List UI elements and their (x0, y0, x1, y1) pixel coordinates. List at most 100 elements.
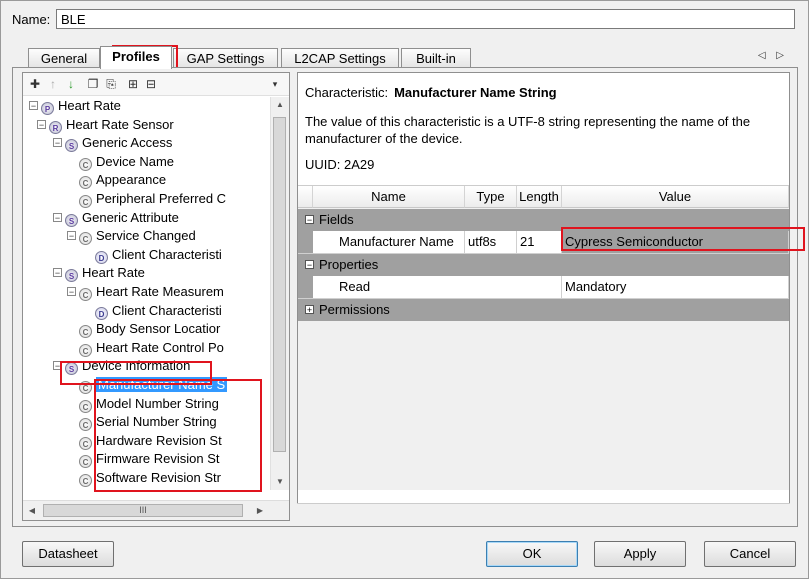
tab-strip: General Profiles GAP Settings L2CAP Sett… (18, 46, 798, 69)
tree-item[interactable]: C Peripheral Preferred C (79, 190, 226, 208)
characteristic-description: The value of this characteristic is a UT… (305, 114, 751, 146)
add-icon[interactable]: ✚ (27, 76, 43, 92)
tree-item[interactable]: − S Generic Attribute (53, 209, 179, 227)
tree-item[interactable]: C Body Sensor Locatior (79, 320, 220, 339)
tree-item-label: Heart Rate (58, 98, 121, 113)
tree-item-label: Generic Attribute (82, 209, 179, 225)
datasheet-button[interactable]: Datasheet (22, 541, 114, 567)
collapse-icon[interactable]: − (305, 215, 314, 225)
hscroll-thumb[interactable]: III (43, 504, 243, 517)
collapse-icon[interactable]: − (67, 287, 76, 297)
column-header-value[interactable]: Value (562, 186, 789, 208)
tree-item-label: Model Number String (96, 395, 219, 411)
tree-item[interactable]: C Software Revision Str (79, 469, 221, 487)
move-up-icon[interactable]: ↑ (45, 76, 61, 92)
tree-horizontal-scrollbar[interactable]: ◀ III ▶ (23, 500, 289, 520)
copy-icon[interactable]: ❐ (85, 76, 101, 92)
ok-button[interactable]: OK (486, 541, 578, 567)
collapse-icon[interactable]: − (53, 212, 62, 222)
tree-item-label: Hardware Revision St (96, 432, 222, 448)
collapse-icon[interactable]: − (53, 361, 62, 371)
profile-tree: − P Heart Rate − R Heart Rate Sensor − S Generic… (23, 97, 269, 490)
field-value-cell[interactable]: Cypress Semiconductor (562, 231, 789, 253)
tree-item[interactable]: C Manufacturer Name S (79, 376, 228, 394)
profile-icon: P (41, 102, 54, 115)
tab-scroll-arrows-icon[interactable]: ◁ ▷ (758, 50, 788, 61)
role-icon: R (49, 120, 62, 134)
characteristic-icon: C (79, 381, 92, 394)
collapse-icon[interactable]: − (53, 138, 62, 148)
tree-item[interactable]: C Appearance (79, 171, 166, 190)
section-permissions[interactable]: + Permissions (298, 299, 789, 321)
tab-built-in[interactable]: Built-in (401, 48, 471, 68)
collapse-all-icon[interactable]: ⊟ (143, 76, 159, 92)
column-header-type[interactable]: Type (465, 186, 517, 208)
tree-item[interactable]: C Device Name (79, 153, 174, 171)
toolbar-overflow-icon[interactable]: ▾ (267, 76, 283, 92)
section-fields[interactable]: − Fields (298, 209, 789, 231)
tree-vertical-scrollbar[interactable]: ▲ ▼ (270, 97, 289, 490)
tree-item[interactable]: C Hardware Revision St (79, 432, 222, 450)
tree-item[interactable]: − S Device Information (53, 357, 191, 376)
tree-item-label: Device Information (82, 358, 191, 374)
characteristic-title: Characteristic: Manufacturer Name String (305, 85, 557, 100)
tab-general[interactable]: General (28, 48, 100, 68)
characteristic-icon: C (79, 474, 92, 487)
tree-item[interactable]: C Serial Number String (79, 413, 217, 432)
expand-all-icon[interactable]: ⊞ (125, 76, 141, 92)
cancel-button[interactable]: Cancel (704, 541, 796, 567)
collapse-icon[interactable]: − (37, 119, 46, 129)
name-input[interactable]: BLE (56, 9, 795, 29)
tab-gap-settings[interactable]: GAP Settings (173, 48, 278, 68)
collapse-icon[interactable]: − (29, 101, 38, 111)
column-header-name[interactable]: Name (313, 186, 465, 208)
scroll-left-icon[interactable]: ◀ (23, 503, 41, 519)
tab-l2cap-settings[interactable]: L2CAP Settings (281, 48, 399, 68)
tree-item[interactable]: − R Heart Rate Sensor (37, 116, 174, 134)
tree-item-label: Peripheral Preferred C (96, 191, 227, 206)
tree-item[interactable]: − C Service Changed (67, 227, 196, 246)
descriptor-icon: D (95, 306, 108, 320)
section-properties[interactable]: − Properties (298, 254, 789, 276)
characteristic-icon: C (79, 232, 92, 246)
tree-item[interactable]: − S Heart Rate (53, 264, 145, 283)
descriptor-icon: D (95, 250, 108, 264)
characteristic-icon: C (79, 195, 92, 208)
tree-item[interactable]: − S Generic Access (53, 134, 172, 153)
tree-item[interactable]: C Heart Rate Control Po (79, 339, 224, 357)
collapse-icon[interactable]: − (53, 268, 62, 278)
tree-item[interactable]: C Model Number String (79, 395, 219, 413)
column-header-length[interactable]: Length (517, 186, 562, 208)
tree-item-label: Service Changed (96, 228, 196, 244)
paste-icon[interactable]: ⎘ (103, 76, 119, 92)
collapse-icon[interactable]: − (67, 231, 76, 241)
tree-item[interactable]: − C Heart Rate Measurem (67, 283, 224, 301)
tree-item-label: Serial Number String (96, 414, 217, 430)
tree-item-label: Client Characteristi (112, 246, 222, 262)
tree-item[interactable]: C Firmware Revision St (79, 450, 220, 469)
field-row-manufacturer-name[interactable]: Manufacturer Name utf8s 21 Cypress Semic… (298, 231, 789, 254)
tree-item-label: Firmware Revision St (96, 451, 220, 467)
apply-button[interactable]: Apply (594, 541, 686, 567)
characteristic-icon: C (79, 325, 92, 339)
detail-footer (297, 503, 790, 522)
scroll-thumb[interactable] (273, 117, 286, 452)
field-type-cell[interactable]: utf8s (465, 231, 517, 253)
property-row-read[interactable]: Read Mandatory (298, 276, 789, 299)
field-length-cell[interactable]: 21 (517, 231, 562, 253)
scroll-right-icon[interactable]: ▶ (251, 503, 269, 519)
service-icon: S (65, 213, 78, 227)
tree-item[interactable]: D Client Characteristi (95, 246, 222, 264)
characteristic-name: Manufacturer Name String (394, 85, 557, 100)
scroll-down-icon[interactable]: ▼ (271, 474, 289, 490)
expand-icon[interactable]: + (305, 305, 314, 315)
tab-profiles[interactable]: Profiles (100, 46, 172, 69)
tree-item-label: Heart Rate Sensor (66, 116, 174, 132)
move-down-icon[interactable]: ↓ (63, 76, 79, 92)
collapse-icon[interactable]: − (305, 260, 314, 270)
tree-item[interactable]: − P Heart Rate (29, 97, 121, 115)
scroll-up-icon[interactable]: ▲ (271, 97, 289, 113)
row-gutter (298, 276, 313, 298)
property-value-cell[interactable]: Mandatory (562, 276, 789, 298)
tree-item[interactable]: D Client Characteristi (95, 302, 222, 320)
